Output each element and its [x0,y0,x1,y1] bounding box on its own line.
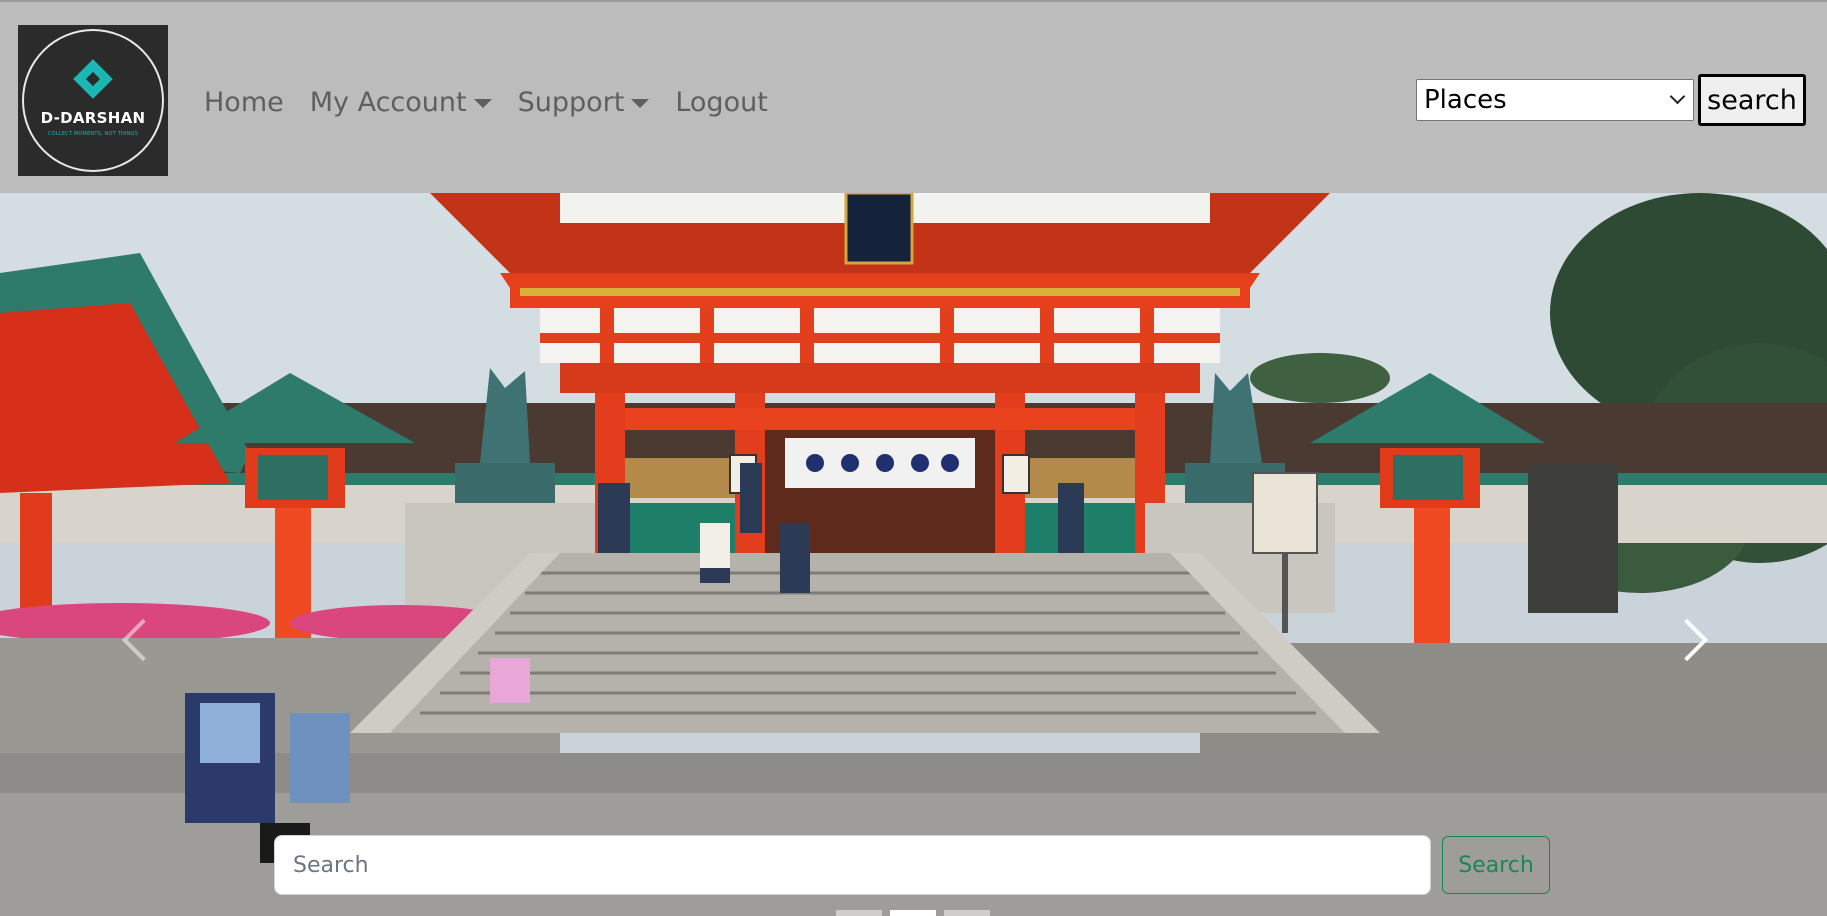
carousel-indicator[interactable] [944,910,990,916]
chevron-down-icon [1669,88,1686,105]
hero-search-placeholder: Search [293,852,369,878]
header-search-button-label: search [1707,84,1797,116]
caret-down-icon [631,98,650,108]
hero-search-button-label: Search [1458,852,1534,878]
nav-home[interactable]: Home [204,87,284,118]
nav-my-account-label: My Account [309,86,467,118]
nav-my-account-dropdown[interactable]: My Account [310,87,492,118]
logo-tagline: COLLECT MOMENTS, NOT THINGS [48,131,138,137]
places-select[interactable]: Places [1416,79,1694,121]
carousel-indicator[interactable] [836,910,882,916]
logo-ring [22,29,164,172]
hero-search-button[interactable]: Search [1442,836,1550,894]
nav-links: Home My Account Support Logout [204,80,794,124]
nav-home-label: Home [204,86,284,118]
hero-search-input[interactable]: Search [274,835,1431,895]
shrine-gate-image [0,193,1827,916]
places-select-value: Places [1424,85,1507,115]
caret-down-icon [473,98,492,108]
hero-carousel [0,193,1827,916]
carousel-indicator-active[interactable] [890,910,936,916]
carousel-next-button[interactable] [1670,613,1710,663]
brand-logo[interactable]: D-DARSHAN COLLECT MOMENTS, NOT THINGS [18,25,168,176]
nav-support-label: Support [517,86,625,118]
logo-title: D-DARSHAN [40,109,146,127]
carousel-prev-button[interactable] [116,613,156,663]
carousel-indicators [836,910,998,916]
nav-logout[interactable]: Logout [675,87,767,118]
header-search-button[interactable]: search [1698,74,1806,126]
nav-logout-label: Logout [675,86,768,118]
nav-support-dropdown[interactable]: Support [518,87,650,118]
navbar: D-DARSHAN COLLECT MOMENTS, NOT THINGS Ho… [0,0,1827,193]
